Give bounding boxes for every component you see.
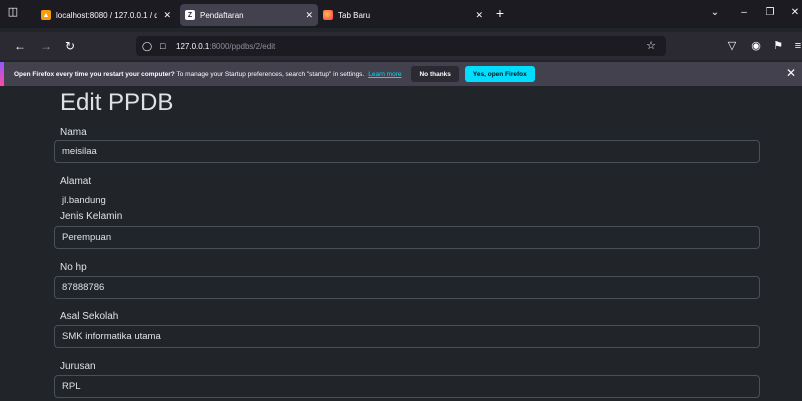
no-hp-input[interactable]: 87888786: [54, 276, 760, 299]
chevron-down-icon[interactable]: ⌄: [706, 4, 724, 22]
nama-label: Nama: [60, 127, 87, 138]
tracking-shield-icon[interactable]: ◯: [142, 41, 152, 52]
close-icon[interactable]: ✕: [163, 10, 171, 21]
yes-open-firefox-button[interactable]: Yes, open Firefox: [464, 66, 535, 82]
tab-tab-baru[interactable]: Tab Baru ✕: [318, 4, 488, 26]
new-tab-icon[interactable]: +: [492, 3, 508, 23]
learn-more-link[interactable]: Learn more: [368, 71, 401, 78]
firefox-view-icon[interactable]: ◫: [5, 4, 21, 20]
tab-phpmyadmin[interactable]: ▲ localhost:8080 / 127.0.0.1 / db_ ✕: [36, 4, 176, 26]
url-bar[interactable]: ◯ □ 127.0.0.1 :8000/ppdbs/2/edit ☆: [136, 36, 666, 56]
jurusan-input[interactable]: RPL: [54, 375, 760, 398]
bookmark-star-icon[interactable]: ☆: [646, 39, 656, 52]
pocket-icon[interactable]: ▽: [724, 38, 740, 54]
nama-input[interactable]: meisilaa: [54, 140, 760, 163]
url-path: :8000/ppdbs/2/edit: [209, 41, 276, 51]
page-title: Edit PPDB: [60, 89, 174, 116]
navigation-bar: ← → ↻ ◯ □ 127.0.0.1 :8000/ppdbs/2/edit ☆…: [0, 32, 802, 60]
notification-message: Open Firefox every time you restart your…: [14, 70, 365, 78]
close-icon[interactable]: ✕: [475, 10, 483, 21]
laravel-icon: Z: [185, 10, 195, 20]
menu-icon[interactable]: ≡: [790, 38, 802, 54]
tab-pendaftaran[interactable]: Z Pendaftaran ✕: [180, 4, 318, 26]
alamat-input[interactable]: jl.bandung: [54, 189, 760, 212]
tab-strip: ◫ ▲ localhost:8080 / 127.0.0.1 / db_ ✕ Z…: [0, 0, 802, 28]
asal-sekolah-input[interactable]: SMK informatika utama: [54, 325, 760, 348]
no-hp-label: No hp: [60, 262, 87, 273]
close-icon[interactable]: ✕: [786, 66, 796, 80]
no-thanks-button[interactable]: No thanks: [411, 66, 459, 82]
minimize-icon[interactable]: –: [735, 4, 753, 22]
jurusan-label: Jurusan: [60, 361, 96, 372]
reload-icon[interactable]: ↻: [62, 38, 78, 54]
alamat-label: Alamat: [60, 176, 92, 187]
firefox-icon: [323, 10, 333, 20]
extensions-icon[interactable]: ⚑: [770, 38, 786, 54]
tab-title: Pendaftaran: [200, 10, 244, 20]
account-icon[interactable]: ◉: [748, 38, 764, 54]
jenis-kelamin-label: Jenis Kelamin: [60, 211, 123, 222]
startup-notification-bar: Open Firefox every time you restart your…: [0, 62, 802, 86]
page-content: Edit PPDB Nama meisilaa Alamat jl.bandun…: [0, 86, 802, 401]
notification-accent: [0, 62, 4, 86]
tab-title: localhost:8080 / 127.0.0.1 / db_: [56, 10, 158, 20]
page-icon[interactable]: □: [160, 41, 170, 51]
close-icon[interactable]: ✕: [305, 10, 313, 21]
forward-icon[interactable]: →: [38, 38, 54, 54]
phpmyadmin-icon: ▲: [41, 10, 51, 20]
jenis-kelamin-input[interactable]: Perempuan: [54, 226, 760, 249]
close-window-icon[interactable]: ✕: [786, 4, 802, 22]
maximize-icon[interactable]: ❐: [761, 4, 779, 22]
asal-sekolah-label: Asal Sekolah: [60, 311, 119, 322]
tab-title: Tab Baru: [338, 10, 371, 20]
back-icon[interactable]: ←: [12, 38, 28, 54]
url-host: 127.0.0.1: [176, 41, 210, 51]
